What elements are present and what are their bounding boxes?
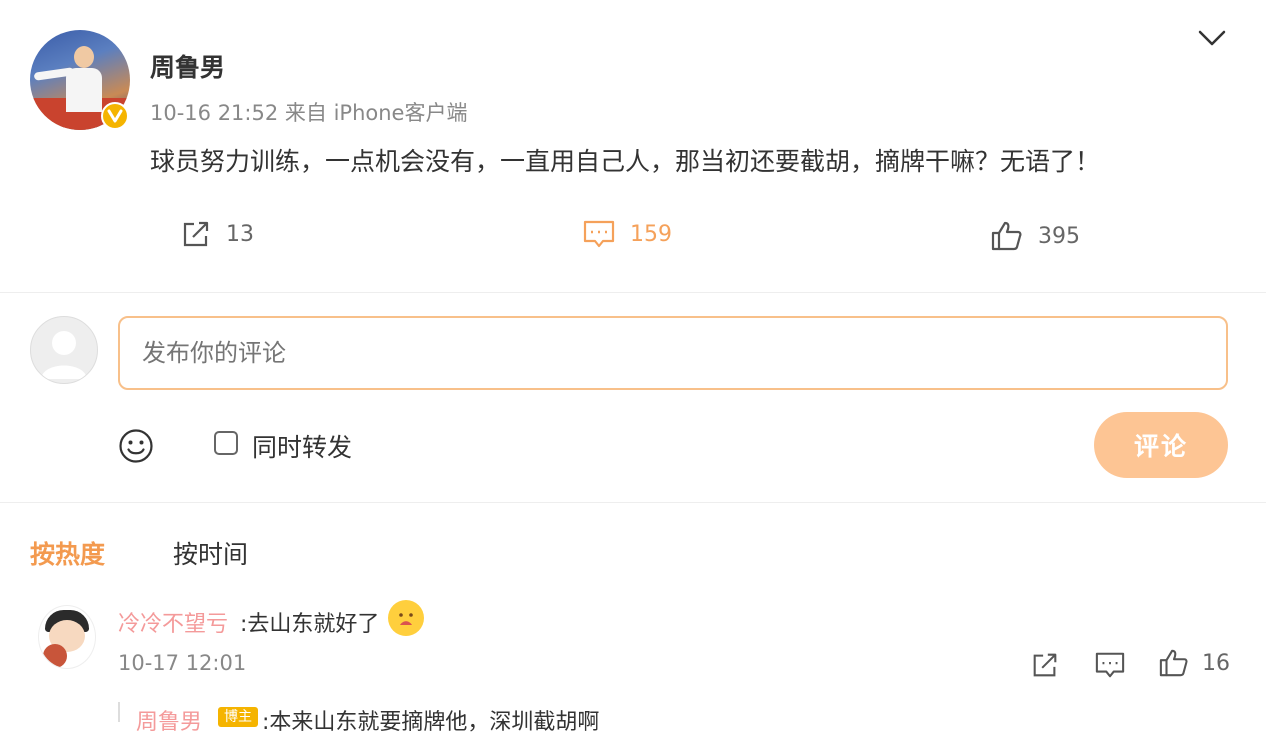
repost-icon[interactable]	[1030, 650, 1060, 680]
comment-icon	[582, 218, 616, 250]
author-badge: 博主	[218, 707, 258, 727]
comment-count: 159	[630, 221, 672, 247]
post-author-name[interactable]: 周鲁男	[150, 48, 225, 84]
like-count: 395	[1038, 223, 1080, 249]
divider	[0, 292, 1266, 293]
chevron-down-icon[interactable]	[1196, 24, 1228, 52]
current-user-avatar	[30, 316, 98, 384]
verified-badge-icon	[101, 102, 129, 130]
comment-input[interactable]	[118, 316, 1228, 390]
repost-icon	[180, 218, 212, 250]
post-text: 球员努力训练，一点机会没有，一直用自己人，那当初还要截胡，摘牌干嘛？无语了！	[150, 147, 1101, 176]
comment-avatar[interactable]	[38, 605, 96, 669]
sad-face-emoji-icon	[388, 600, 424, 636]
comment-text: :去山东就好了	[240, 612, 380, 637]
comment-icon[interactable]	[1094, 650, 1126, 680]
reply-text: :本来山东就要摘牌他，深圳截胡啊	[262, 710, 600, 735]
like-button[interactable]: 395	[990, 220, 1080, 252]
also-repost-label[interactable]: 同时转发	[252, 428, 352, 464]
repost-button[interactable]: 13	[180, 218, 254, 250]
comment-time: 10-17 12:01	[118, 651, 247, 675]
tab-sort-by-hot[interactable]: 按热度	[30, 535, 105, 571]
like-icon	[990, 220, 1024, 252]
submit-comment-button[interactable]: 评论	[1094, 412, 1228, 478]
like-icon	[1158, 648, 1190, 678]
comment-username[interactable]: 冷冷不望亏	[118, 606, 228, 638]
comment-like-button[interactable]: 16	[1158, 648, 1230, 678]
tab-sort-by-time[interactable]: 按时间	[173, 535, 248, 571]
divider	[0, 502, 1266, 503]
comment-button[interactable]: 159	[582, 218, 672, 250]
repost-count: 13	[226, 221, 254, 247]
smiley-icon[interactable]	[118, 428, 154, 464]
post-meta: 10-16 21:52 来自 iPhone客户端	[150, 101, 468, 125]
reply-indent-bar	[118, 702, 120, 722]
also-repost-checkbox[interactable]	[214, 431, 238, 455]
comment-like-count: 16	[1202, 650, 1230, 676]
reply-username[interactable]: 周鲁男	[136, 704, 202, 736]
